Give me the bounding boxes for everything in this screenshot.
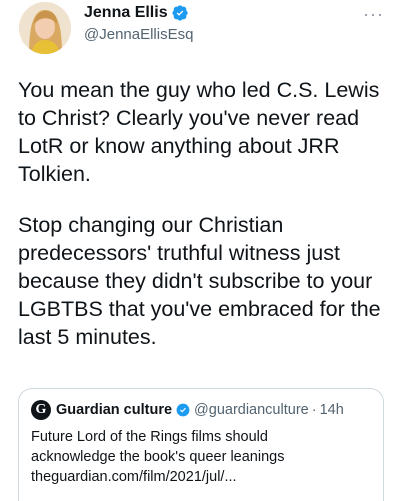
author-handle[interactable]: @JennaEllisEsq [84, 26, 193, 43]
quoted-author-handle[interactable]: @guardianculture [194, 402, 309, 418]
author-name-row[interactable]: Jenna Ellis [84, 4, 188, 22]
dot-separator: · [311, 402, 317, 418]
tweet-text-paragraph-2: Stop changing our Christian predecessors… [18, 213, 381, 349]
verified-badge-icon [172, 5, 188, 21]
tweet: Jenna Ellis @JennaEllisEsq ··· You mean … [0, 0, 400, 501]
quoted-tweet-text: Future Lord of the Rings films should ac… [31, 429, 285, 485]
avatar-image [19, 2, 71, 54]
avatar[interactable] [19, 2, 71, 54]
more-options-icon[interactable]: ··· [363, 4, 384, 25]
quoted-author-name[interactable]: Guardian culture [56, 402, 172, 418]
quoted-tweet-time[interactable]: 14h [320, 402, 344, 418]
author-name[interactable]: Jenna Ellis [84, 4, 168, 22]
tweet-text-paragraph-1: You mean the guy who led C.S. Lewis to C… [18, 78, 380, 186]
verified-badge-icon [176, 403, 190, 417]
quoted-tweet-card[interactable]: G Guardian culture @guardianculture · 14… [18, 388, 384, 501]
guardian-logo-icon: G [31, 400, 51, 420]
quoted-tweet-header: G Guardian culture @guardianculture · 14… [31, 400, 344, 420]
